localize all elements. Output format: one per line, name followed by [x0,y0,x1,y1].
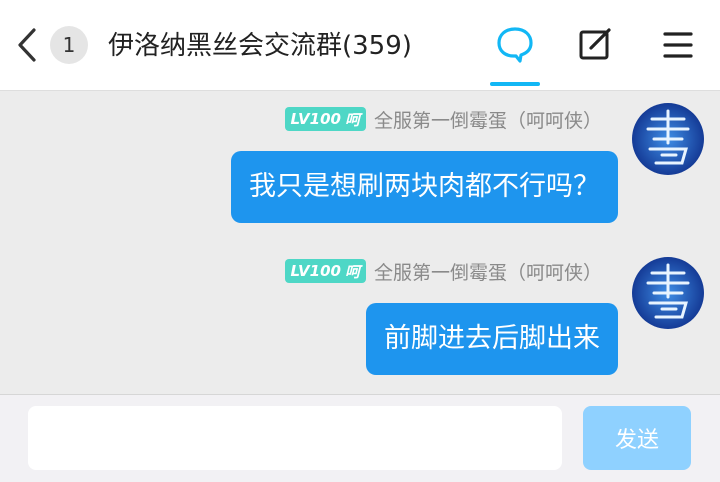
edit-icon [579,28,611,60]
level-tag: LV100 呵 [284,259,366,283]
level-text: LV100 [290,262,341,280]
level-title: 呵 [344,110,360,129]
group-title: 伊洛纳黑丝会交流群(359) [108,31,412,61]
message-bubble[interactable]: 前脚进去后脚出来 [366,303,618,375]
message-meta: LV100 呵 全服第一倒霉蛋（呵呵侠） [284,105,602,133]
avatar[interactable] [632,103,704,175]
menu-button[interactable] [654,22,700,68]
edit-button[interactable] [572,22,618,68]
message-list[interactable]: LV100 呵 全服第一倒霉蛋（呵呵侠） 我只是想刷两块肉都不行吗？ LV100… [0,91,720,394]
menu-icon [663,32,693,58]
level-text: LV100 [290,110,341,128]
sender-name[interactable]: 全服第一倒霉蛋（呵呵侠） [374,106,602,133]
active-tab-indicator [490,82,540,86]
avatar-image [632,257,704,329]
chevron-left-icon [18,28,36,62]
message-meta: LV100 呵 全服第一倒霉蛋（呵呵侠） [284,257,602,285]
chat-header: 1 伊洛纳黑丝会交流群(359) [0,0,720,91]
message-input[interactable] [28,406,562,470]
input-bar: 发送 [0,394,720,482]
sender-name[interactable]: 全服第一倒霉蛋（呵呵侠） [374,258,602,285]
avatar-image [632,103,704,175]
send-button[interactable]: 发送 [583,406,691,470]
chat-bubble-icon [497,27,533,63]
level-title: 呵 [344,262,360,281]
chat-tab-button[interactable] [492,22,538,68]
avatar[interactable] [632,257,704,329]
back-button[interactable]: 1 [16,22,98,68]
unread-count-badge: 1 [50,26,88,64]
level-tag: LV100 呵 [284,107,366,131]
message-bubble[interactable]: 我只是想刷两块肉都不行吗？ [231,151,618,223]
